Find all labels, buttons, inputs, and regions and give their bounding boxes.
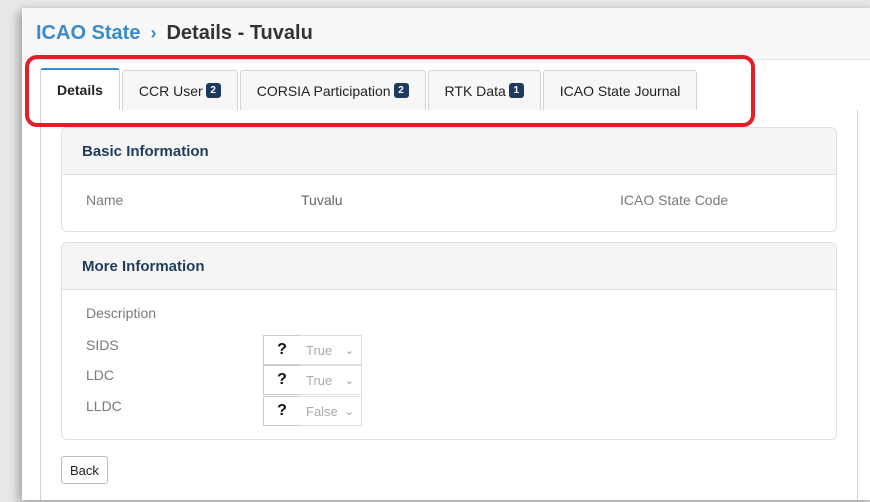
name-label: Name bbox=[86, 192, 124, 208]
basic-info-row: Name Tuvalu ICAO State Code bbox=[62, 175, 836, 231]
tab-label: Details bbox=[57, 82, 103, 98]
count-badge: 1 bbox=[508, 83, 524, 98]
ldc-label: LDC bbox=[86, 367, 115, 383]
help-icon[interactable]: ? bbox=[263, 335, 301, 365]
ldc-select[interactable]: True ⌄ bbox=[300, 365, 362, 395]
chevron-down-icon: ⌄ bbox=[344, 345, 354, 357]
help-icon[interactable]: ? bbox=[263, 365, 301, 395]
select-value: True bbox=[306, 372, 333, 388]
tab-label: CCR User bbox=[138, 82, 203, 99]
basic-information-card: Basic Information Name Tuvalu ICAO State… bbox=[61, 127, 837, 232]
sids-label: SIDS bbox=[86, 337, 119, 353]
app-window: ICAO State › Details - Tuvalu Details CC… bbox=[22, 8, 870, 500]
page-title: Details - Tuvalu bbox=[166, 22, 313, 44]
select-value: False bbox=[306, 403, 338, 419]
tab-ccr-user[interactable]: CCR User 2 bbox=[121, 70, 238, 110]
tab-label: ICAO State Journal bbox=[559, 82, 681, 99]
breadcrumb-parent-link[interactable]: ICAO State bbox=[36, 22, 140, 45]
card-title: More Information bbox=[62, 243, 836, 290]
lldc-row: LLDC ? False ⌄ bbox=[86, 396, 386, 426]
icao-state-code-label: ICAO State Code bbox=[620, 192, 729, 208]
card-title: Basic Information bbox=[62, 128, 836, 175]
count-badge: 2 bbox=[393, 83, 409, 98]
tab-corsia-participation[interactable]: CORSIA Participation 2 bbox=[239, 70, 426, 110]
name-value: Tuvalu bbox=[301, 192, 343, 208]
page-header: ICAO State › Details - Tuvalu bbox=[22, 8, 870, 60]
more-information-card: More Information Description SIDS ? True… bbox=[61, 242, 837, 440]
tab-label: RTK Data bbox=[444, 82, 506, 99]
count-badge: 2 bbox=[205, 83, 221, 98]
tab-label: CORSIA Participation bbox=[256, 82, 391, 99]
tab-details[interactable]: Details bbox=[40, 68, 120, 110]
lldc-label: LLDC bbox=[86, 398, 122, 414]
sids-select[interactable]: True ⌄ bbox=[300, 335, 362, 365]
chevron-down-icon: ⌄ bbox=[344, 406, 354, 418]
tab-rtk-data[interactable]: RTK Data 1 bbox=[427, 70, 541, 110]
select-value: True bbox=[306, 342, 333, 358]
help-icon[interactable]: ? bbox=[263, 396, 301, 426]
chevron-down-icon: ⌄ bbox=[344, 375, 354, 387]
lldc-select[interactable]: False ⌄ bbox=[300, 396, 362, 426]
tab-icao-state-journal[interactable]: ICAO State Journal bbox=[542, 70, 698, 110]
ldc-row: LDC ? True ⌄ bbox=[86, 365, 386, 395]
sids-row: SIDS ? True ⌄ bbox=[86, 335, 386, 365]
tab-bar: Details CCR User 2 CORSIA Participation … bbox=[40, 68, 699, 110]
description-label: Description bbox=[86, 305, 157, 321]
back-button[interactable]: Back bbox=[61, 456, 108, 484]
chevron-right-icon: › bbox=[150, 23, 157, 43]
